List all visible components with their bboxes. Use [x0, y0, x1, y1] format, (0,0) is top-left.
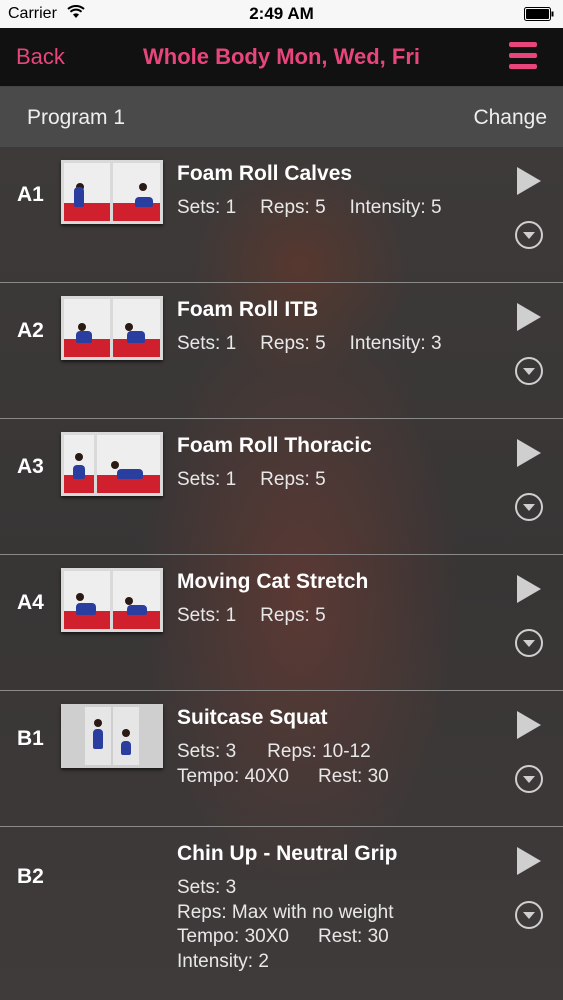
expand-chevron-icon[interactable] [515, 357, 543, 385]
exercise-details: Sets: 1 Reps: 5 Intensity: 5 [177, 196, 442, 221]
exercise-thumbnail[interactable] [61, 432, 163, 496]
exercise-name: Suitcase Squat [177, 706, 328, 729]
intensity-text: Intensity: 5 [349, 197, 442, 218]
expand-chevron-icon[interactable] [515, 221, 543, 249]
exercise-list: A1 Foam Roll Calves Sets: 1 Reps: 5 Intens… [0, 147, 563, 1000]
program-label: Program 1 [27, 106, 126, 129]
exercise-code: B2 [17, 865, 44, 888]
exercise-row[interactable]: B2 Chin Up - Neutral Grip Sets: 3 Reps: … [0, 827, 563, 1000]
exercise-row[interactable]: A4 Moving Cat Stretch Sets: 1 Reps: 5 [0, 555, 563, 691]
exercise-row[interactable]: A3 Foam Roll Thoracic Sets: 1 Reps: 5 [0, 419, 563, 555]
sets-text: Sets: 1 [177, 469, 237, 490]
exercise-row[interactable]: A1 Foam Roll Calves Sets: 1 Reps: 5 Intens… [0, 147, 563, 283]
exercise-thumbnail[interactable] [61, 704, 163, 768]
exercise-name: Foam Roll ITB [177, 298, 319, 321]
intensity-text: Intensity: 2 [177, 950, 269, 972]
intensity-text: Intensity: 3 [349, 333, 442, 354]
expand-chevron-icon[interactable] [515, 493, 543, 521]
expand-chevron-icon[interactable] [515, 765, 543, 793]
navigation-bar: Back Whole Body Mon, Wed, Fri [0, 28, 563, 87]
change-program-button[interactable]: Change [473, 106, 547, 130]
exercise-row[interactable]: B1 Suitcase Squat Sets: 3 Reps: 10-12 Tem… [0, 691, 563, 827]
exercise-details: Sets: 3 Reps: 10-12 Tempo: 40X0 Rest: 30 [177, 740, 389, 789]
reps-text: Reps: 5 [260, 333, 326, 354]
exercise-row[interactable]: A2 Foam Roll ITB Sets: 1 Reps: 5 Intensity… [0, 283, 563, 419]
program-bar: Program 1 Change [0, 87, 563, 147]
battery-icon [524, 7, 554, 21]
status-bar: Carrier 2:49 AM [0, 0, 563, 28]
exercise-details: Sets: 3 Reps: Max with no weight Tempo: … [177, 876, 394, 974]
tempo-text: Tempo: 30X0 [177, 926, 289, 947]
exercise-details: Sets: 1 Reps: 5 [177, 604, 326, 629]
expand-chevron-icon[interactable] [515, 901, 543, 929]
sets-text: Sets: 1 [177, 197, 237, 218]
exercise-code: A3 [17, 455, 44, 478]
sets-text: Sets: 3 [177, 877, 237, 898]
play-icon[interactable] [517, 439, 541, 467]
play-icon[interactable] [517, 711, 541, 739]
exercise-details: Sets: 1 Reps: 5 Intensity: 3 [177, 332, 442, 357]
exercise-thumbnail[interactable] [61, 568, 163, 632]
sets-text: Sets: 1 [177, 605, 237, 626]
exercise-thumbnail[interactable] [61, 296, 163, 360]
exercise-code: A2 [17, 319, 44, 342]
exercise-details: Sets: 1 Reps: 5 [177, 468, 326, 493]
exercise-name: Chin Up - Neutral Grip [177, 842, 398, 865]
reps-text: Reps: Max with no weight [177, 901, 394, 923]
rest-text: Rest: 30 [317, 926, 389, 947]
play-icon[interactable] [517, 303, 541, 331]
expand-chevron-icon[interactable] [515, 629, 543, 657]
exercise-code: A1 [17, 183, 44, 206]
exercise-code: A4 [17, 591, 44, 614]
play-icon[interactable] [517, 167, 541, 195]
play-icon[interactable] [517, 847, 541, 875]
exercise-code: B1 [17, 727, 44, 750]
sets-text: Sets: 3 [177, 741, 237, 762]
reps-text: Reps: 5 [260, 605, 326, 626]
reps-text: Reps: 5 [260, 469, 326, 490]
menu-icon[interactable] [509, 42, 537, 72]
exercise-thumbnail[interactable] [61, 160, 163, 224]
exercise-name: Foam Roll Thoracic [177, 434, 372, 457]
page-title: Whole Body Mon, Wed, Fri [142, 44, 421, 69]
exercise-name: Moving Cat Stretch [177, 570, 369, 593]
status-time: 2:49 AM [249, 4, 314, 23]
rest-text: Rest: 30 [317, 765, 389, 787]
reps-text: Reps: 10-12 [267, 741, 371, 762]
sets-text: Sets: 1 [177, 333, 237, 354]
reps-text: Reps: 5 [260, 197, 326, 218]
exercise-name: Foam Roll Calves [177, 162, 353, 185]
play-icon[interactable] [517, 575, 541, 603]
tempo-text: Tempo: 40X0 [177, 765, 289, 787]
